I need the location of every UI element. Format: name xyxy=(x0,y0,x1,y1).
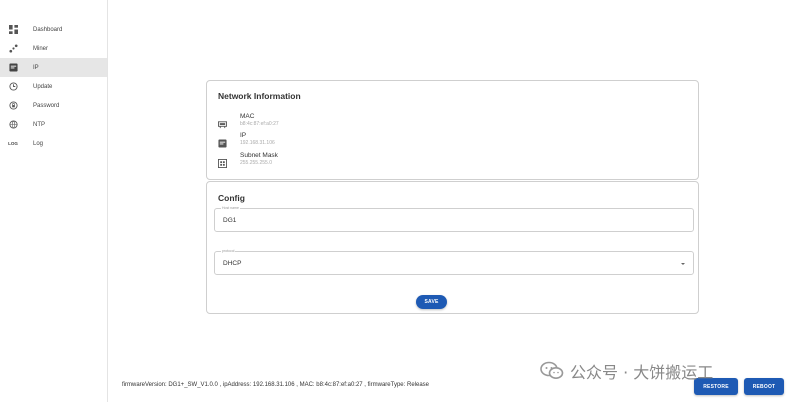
password-icon xyxy=(8,101,18,111)
sidebar: Dashboard Miner IP Update Password NTP L… xyxy=(0,0,108,402)
ntp-icon xyxy=(8,120,18,130)
save-button[interactable]: SAVE xyxy=(416,295,447,309)
sidebar-item-label: Dashboard xyxy=(33,26,63,33)
firmware-info: firmwareVersion: DG1+_SW_V1.0.0 , ipAddr… xyxy=(122,382,429,388)
miner-icon xyxy=(8,44,18,54)
network-card-icon xyxy=(218,116,227,129)
sidebar-item-label: Password xyxy=(33,102,60,109)
update-icon xyxy=(8,82,18,92)
ip-value: 192.168.31.106 xyxy=(240,140,275,146)
subnet-icon xyxy=(218,155,227,168)
mac-label: MAC xyxy=(240,113,255,120)
main-content: Network Information MAC b8:4c:87:ef:a0:2… xyxy=(108,0,800,402)
protocol-label: protocol xyxy=(221,249,236,254)
wechat-logo-icon xyxy=(540,361,564,379)
sidebar-item-dashboard[interactable]: Dashboard xyxy=(0,20,107,39)
log-icon: LOG xyxy=(8,141,18,146)
reboot-button[interactable]: REBOOT xyxy=(744,378,784,395)
network-info-title: Network Information xyxy=(218,91,301,101)
sidebar-item-label: Miner xyxy=(33,45,49,52)
sidebar-item-log[interactable]: LOG Log xyxy=(0,134,107,153)
dashboard-icon xyxy=(8,25,18,35)
watermark: 公众号 · 大饼搬运工 xyxy=(540,359,713,383)
sidebar-item-label: NTP xyxy=(33,121,45,128)
sidebar-item-password[interactable]: Password xyxy=(0,96,107,115)
network-info-card: Network Information MAC b8:4c:87:ef:a0:2… xyxy=(206,80,699,180)
subnet-row: Subnet Mask 255.255.255.0 xyxy=(218,152,278,168)
ip-label: IP xyxy=(240,132,247,139)
sidebar-item-ip[interactable]: IP xyxy=(0,58,107,77)
ip-icon xyxy=(8,63,18,73)
ip-row: IP 192.168.31.106 xyxy=(218,132,275,148)
sidebar-item-label: Log xyxy=(33,140,44,147)
sidebar-item-label: Update xyxy=(33,83,53,90)
hostname-label: Host name xyxy=(221,206,240,211)
mac-row: MAC b8:4c:87:ef:a0:27 xyxy=(218,113,279,129)
ip-icon xyxy=(218,135,227,148)
sidebar-item-miner[interactable]: Miner xyxy=(0,39,107,58)
chevron-down-icon xyxy=(681,263,685,265)
subnet-label: Subnet Mask xyxy=(240,152,278,159)
hostname-field[interactable]: Host name DG1 xyxy=(214,206,694,232)
protocol-value: DHCP xyxy=(223,260,242,267)
sidebar-item-ntp[interactable]: NTP xyxy=(0,115,107,134)
config-card: Config Host name DG1 protocol DHCP SAVE xyxy=(206,181,699,314)
config-title: Config xyxy=(218,193,245,203)
subnet-value: 255.255.255.0 xyxy=(240,160,272,166)
hostname-input[interactable]: DG1 xyxy=(223,217,236,224)
protocol-select[interactable]: protocol DHCP xyxy=(214,249,694,275)
sidebar-item-update[interactable]: Update xyxy=(0,77,107,96)
mac-value: b8:4c:87:ef:a0:27 xyxy=(240,121,279,127)
sidebar-item-label: IP xyxy=(33,64,39,71)
watermark-text: 公众号 · 大饼搬运工 xyxy=(570,363,714,382)
